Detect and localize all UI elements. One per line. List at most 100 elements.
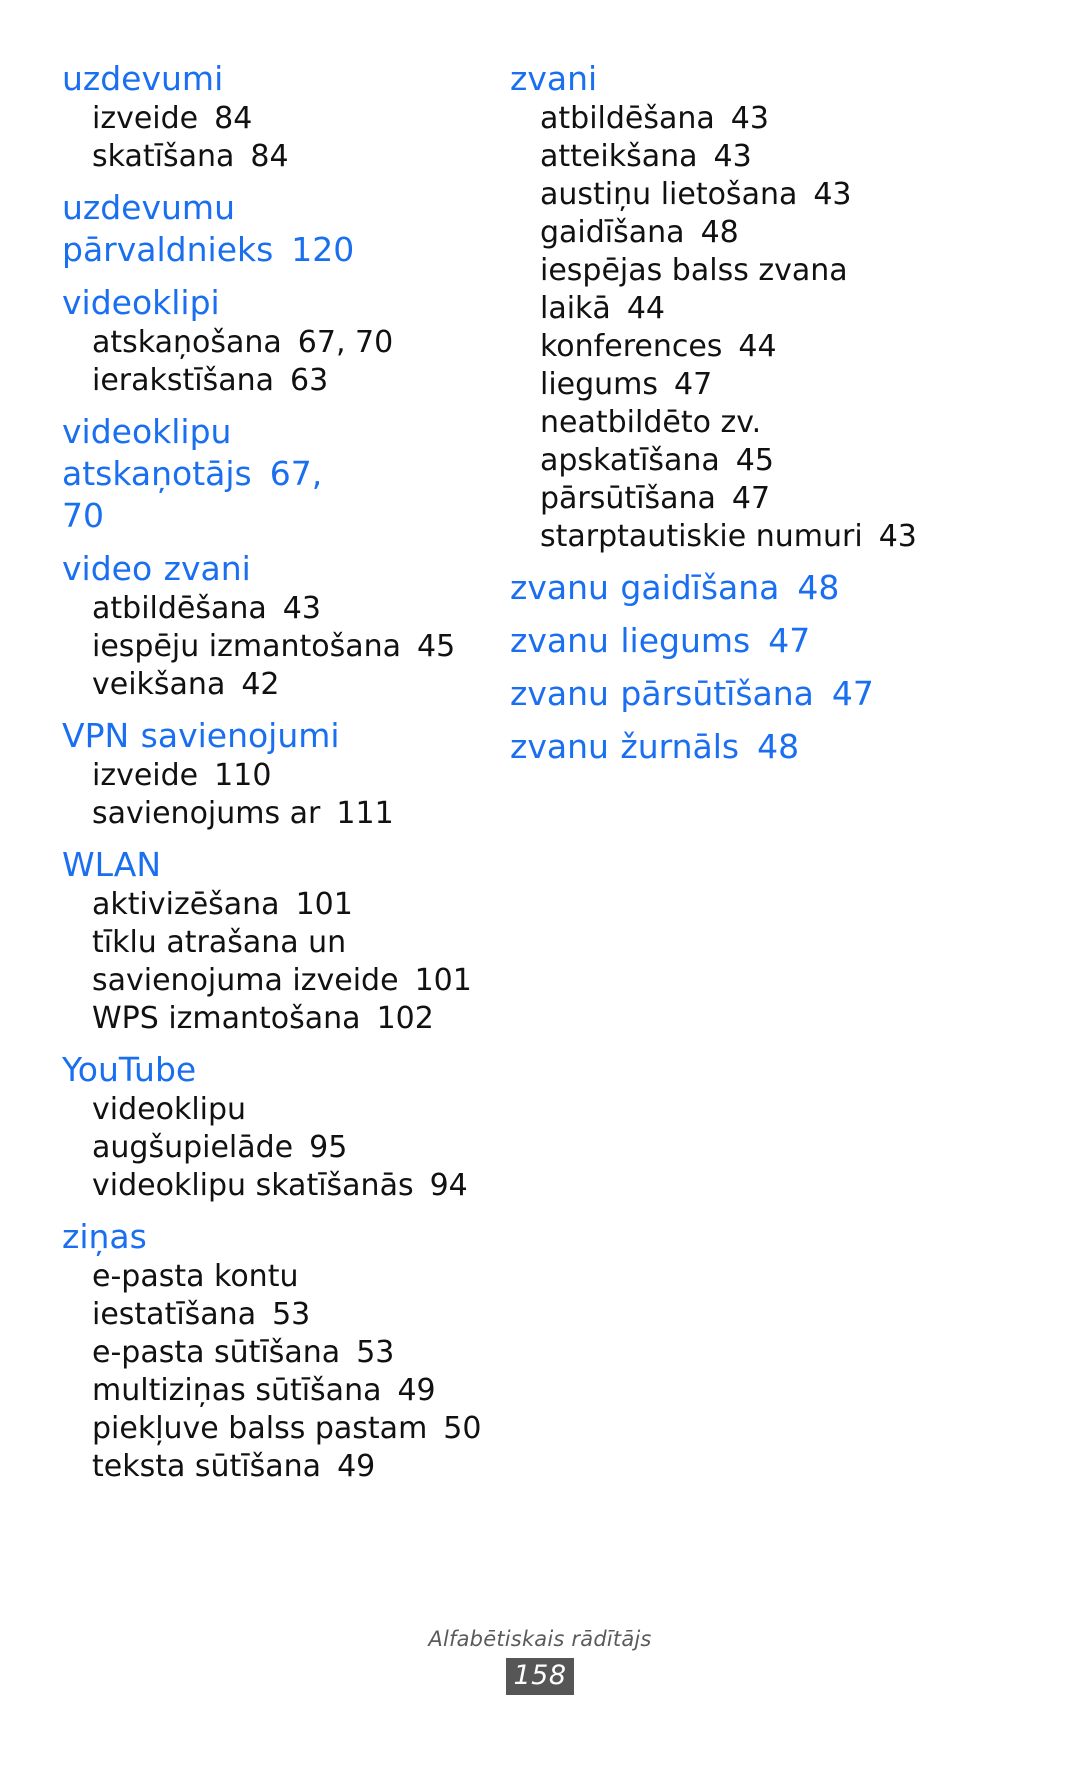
index-page-number: 120 [291, 230, 355, 269]
index-page-number: 102 [376, 1001, 434, 1036]
index-heading-label: zvanu pārsūtīšana [510, 674, 814, 713]
index-subentry: izveide 84 [62, 100, 492, 138]
index-subentry-label: iestatīšana [92, 1297, 257, 1332]
index-heading: WLAN [62, 833, 492, 886]
index-subentry-label: augšupielāde [92, 1130, 294, 1165]
index-subentry-label: starptautiskie numuri [540, 519, 863, 554]
index-heading-label: VPN savienojumi [62, 716, 340, 755]
index-subentry: teksta sūtīšana 49 [62, 1448, 492, 1486]
index-page-number: 84 [250, 139, 289, 174]
index-page-number: 49 [397, 1373, 436, 1408]
index-subentry: apskatīšana 45 [510, 442, 940, 480]
index-page-number: 84 [214, 101, 253, 136]
index-page-number: 49 [337, 1449, 376, 1484]
index-subentry-label: savienojums ar [92, 796, 321, 831]
index-subentry-label: iespēju izmantošana [92, 629, 402, 664]
index-page-number: 47 [768, 621, 811, 660]
index-subentry-label: liegums [540, 367, 659, 402]
index-heading-label: zvanu žurnāls [510, 727, 740, 766]
index-subentry-label: laikā [540, 291, 611, 326]
index-subentry-label: e-pasta kontu [92, 1259, 299, 1294]
index-subentry: videoklipu skatīšanās 94 [62, 1167, 492, 1205]
page-number-badge: 158 [506, 1658, 574, 1695]
index-page-number: 53 [272, 1297, 311, 1332]
index-column-right: zvani atbildēšana 43 atteikšana 43 austiņu li… [510, 58, 940, 768]
index-subentry-label: neatbildēto zv. [540, 405, 762, 440]
index-page-number: 44 [738, 329, 777, 364]
index-heading-label: WLAN [62, 845, 162, 884]
index-subentry-label: videoklipu skatīšanās [92, 1168, 414, 1203]
index-subentry: savienojuma izveide 101 [62, 962, 492, 1000]
index-subentry: e-pasta sūtīšana 53 [62, 1334, 492, 1372]
index-subentry: tīklu atrašana un [62, 924, 492, 962]
index-heading: zvani [510, 58, 940, 100]
index-subentry-label: atbildēšana [92, 591, 267, 626]
index-heading-label: videoklipi [62, 283, 220, 322]
index-subentry-label: izveide [92, 101, 199, 136]
index-subentry-label: savienojuma izveide [92, 963, 399, 998]
index-heading: zvanu pārsūtīšana 47 [510, 662, 940, 715]
index-heading-label: uzdevumi [62, 59, 224, 98]
index-page-number: 53 [356, 1335, 395, 1370]
index-heading-label: videoklipu atskaņotājs [62, 412, 252, 493]
index-subentry: aktivizēšana 101 [62, 886, 492, 924]
index-column-left: uzdevumi izveide 84 skatīšana 84 uzdevumu pārv… [62, 58, 492, 1486]
index-page-number: 63 [290, 363, 329, 398]
index-heading: zvanu žurnāls 48 [510, 715, 940, 768]
index-subentry-label: atteikšana [540, 139, 698, 174]
index-page-number: 50 [443, 1411, 482, 1446]
index-subentry: piekļuve balss pastam 50 [62, 1410, 492, 1448]
index-page-number: 45 [417, 629, 456, 664]
footer-section-label: Alfabētiskais rādītājs [428, 1627, 652, 1651]
index-page-number: 95 [309, 1130, 348, 1165]
index-heading-label: 70 [62, 496, 104, 535]
index-page-number: 47 [731, 481, 771, 516]
index-subentry: ierakstīšana 63 [62, 362, 492, 400]
index-subentry: starptautiskie numuri 43 [510, 518, 940, 556]
index-heading: 70 [62, 495, 492, 537]
index-page: uzdevumi izveide 84 skatīšana 84 uzdevumu pārv… [0, 0, 1080, 1771]
index-subentry: iespējas balss zvana [510, 252, 940, 290]
index-subentry: multiziņas sūtīšana 49 [62, 1372, 492, 1410]
index-subentry: savienojums ar 111 [62, 795, 492, 833]
index-heading-label: zvanu liegums [510, 621, 751, 660]
index-page-number: 110 [214, 758, 272, 793]
index-heading-label: zvani [510, 59, 598, 98]
index-page-number: 67, 70 [297, 325, 394, 360]
index-subentry: atteikšana 43 [510, 138, 940, 176]
index-page-number: 43 [878, 519, 917, 554]
index-subentry: gaidīšana 48 [510, 214, 940, 252]
index-columns: uzdevumi izveide 84 skatīšana 84 uzdevumu pārv… [62, 58, 1018, 1486]
index-page-number: 48 [757, 727, 800, 766]
index-subentry: atbildēšana 43 [62, 590, 492, 628]
index-subentry: atskaņošana 67, 70 [62, 324, 492, 362]
index-subentry: atbildēšana 43 [510, 100, 940, 138]
index-subentry: veikšana 42 [62, 666, 492, 704]
index-subentry-label: videoklipu [92, 1092, 247, 1127]
index-page-number: 45 [735, 443, 774, 478]
index-page-number: 67, [269, 454, 323, 493]
index-page-number: 42 [241, 667, 280, 702]
index-subentry-label: teksta sūtīšana [92, 1449, 322, 1484]
index-heading: zvanu liegums 47 [510, 609, 940, 662]
index-page-number: 43 [730, 101, 769, 136]
index-heading: pārvaldnieks 120 [62, 229, 492, 271]
index-subentry-label: ierakstīšana [92, 363, 275, 398]
index-page-number: 44 [626, 291, 665, 326]
page-footer: Alfabētiskais rādītājs 158 [0, 1627, 1080, 1695]
index-heading: uzdevumi [62, 58, 492, 100]
index-subentry-label: konferences [540, 329, 723, 364]
index-heading: videoklipi [62, 271, 492, 324]
index-page-number: 111 [336, 796, 394, 831]
index-page-number: 94 [429, 1168, 468, 1203]
index-page-number: 101 [295, 887, 353, 922]
index-page-number: 47 [674, 367, 713, 402]
index-heading: uzdevumu [62, 176, 492, 229]
index-heading-label: zvanu gaidīšana [510, 568, 780, 607]
index-subentry: liegums 47 [510, 366, 940, 404]
index-subentry-label: atbildēšana [540, 101, 715, 136]
index-page-number: 48 [797, 568, 840, 607]
index-heading: zvanu gaidīšana 48 [510, 556, 940, 609]
index-subentry: augšupielāde 95 [62, 1129, 492, 1167]
index-subentry-label: multiziņas sūtīšana [92, 1373, 382, 1408]
